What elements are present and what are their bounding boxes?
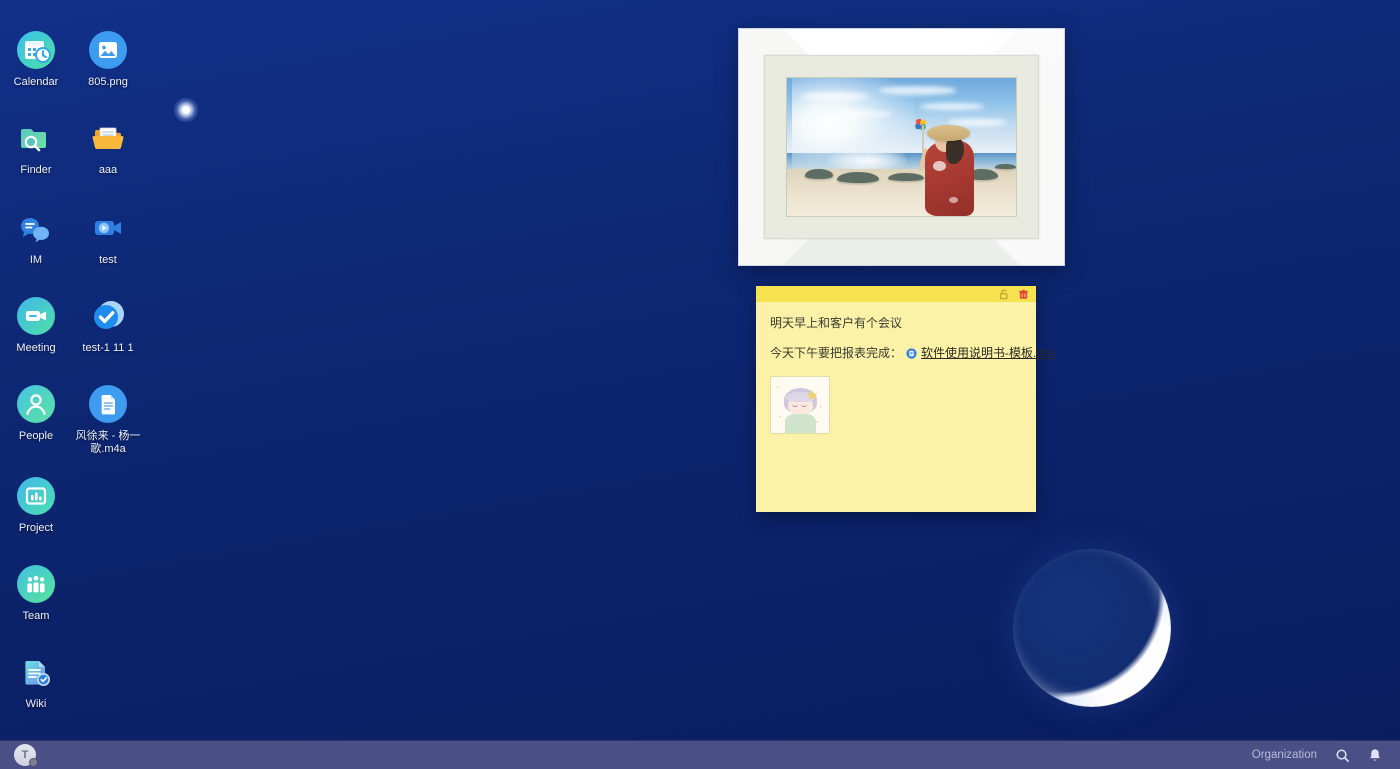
desktop-icon-label: test [99, 254, 117, 266]
avatar[interactable]: T [14, 744, 38, 767]
desktop-icon-label: Meeting [16, 342, 56, 354]
desktop-icon-805png[interactable]: 805.png [72, 30, 144, 89]
frame-photo [787, 78, 1016, 216]
desktop-icon-label: Calendar [13, 76, 59, 88]
chat-icon [16, 208, 56, 248]
desktop-icon-label: 风徐来 - 杨一歌.m4a [75, 430, 141, 455]
sticky-note-toolbar [756, 286, 1036, 302]
wiki-icon [16, 652, 56, 692]
desktop-icon-label: 805.png [88, 76, 128, 88]
desktop-icon-people[interactable]: People [0, 384, 72, 443]
frame-mat [764, 55, 1039, 239]
desktop-icon-label: aaa [98, 164, 118, 176]
team-icon [16, 564, 56, 604]
avatar-initial: T [21, 749, 29, 761]
people-icon [16, 384, 56, 424]
desktop-icon-im[interactable]: IM [0, 208, 72, 267]
desktop-icon-aaa[interactable]: aaa [72, 118, 144, 177]
desktop-icon-finder[interactable]: Finder [0, 118, 72, 177]
unlock-icon[interactable] [999, 289, 1010, 300]
calendar-icon [16, 30, 56, 70]
desktop-icon-audio-file[interactable]: 风徐来 - 杨一歌.m4a [72, 384, 144, 456]
bell-icon[interactable] [1368, 748, 1382, 763]
doc-icon [906, 347, 917, 359]
taskbar: T Organization [0, 740, 1400, 769]
finder-icon [16, 118, 56, 158]
sticky-note-line-1: 明天早上和客户有个会议 [770, 316, 903, 330]
crescent-moon-decoration [1013, 549, 1171, 707]
meeting-icon [16, 296, 56, 336]
desktop-icon-label: Finder [20, 164, 52, 176]
desktop-icon-test-1-11-1[interactable]: test-1 11 1 [72, 296, 144, 355]
desktop-icon-label: IM [29, 254, 43, 266]
sticky-note-attachment-link[interactable]: 软件使用说明书-模板.doc [921, 344, 1056, 362]
sticky-note-thumbnail[interactable]: ★ [770, 376, 830, 434]
desktop-icon-meeting[interactable]: Meeting [0, 296, 72, 355]
desktop-icon-project[interactable]: Project [0, 476, 72, 535]
star-icon [174, 98, 198, 122]
taskbar-right: Organization [1252, 748, 1400, 763]
desktop-icon-label: Team [22, 610, 50, 622]
sticky-note-body: 明天早上和客户有个会议 今天下午要把报表完成： 软件使用说明书-模板.doc ★ [756, 302, 1056, 444]
sticky-note-widget[interactable]: 明天早上和客户有个会议 今天下午要把报表完成： 软件使用说明书-模板.doc ★ [756, 286, 1056, 512]
picture-frame-widget[interactable] [738, 28, 1065, 266]
desktop-icon-calendar[interactable]: Calendar [0, 30, 72, 89]
doc-file-icon [88, 384, 128, 424]
trash-icon[interactable] [1018, 289, 1029, 300]
search-icon[interactable] [1335, 748, 1350, 763]
desktop-background: Calendar 805.png Finder aaa IM test Meet… [0, 0, 1400, 769]
sticky-note-line-2: 今天下午要把报表完成： 软件使用说明书-模板.doc [770, 344, 1056, 362]
desktop-icon-label: Project [18, 522, 54, 534]
project-icon [16, 476, 56, 516]
desktop-icon-test[interactable]: test [72, 208, 144, 267]
image-file-icon [88, 30, 128, 70]
sticky-note-line-2-text: 今天下午要把报表完成： [770, 346, 903, 360]
desktop-icon-wiki[interactable]: Wiki [0, 652, 72, 711]
organization-label[interactable]: Organization [1252, 749, 1317, 761]
desktop-icon-label: People [18, 430, 54, 442]
video-icon [88, 208, 128, 248]
check-icon [88, 296, 128, 336]
desktop-icon-label: Wiki [25, 698, 47, 710]
desktop-icon-team[interactable]: Team [0, 564, 72, 623]
folder-icon [88, 118, 128, 158]
status-dot [29, 758, 38, 767]
desktop-icon-label: test-1 11 1 [82, 342, 134, 354]
